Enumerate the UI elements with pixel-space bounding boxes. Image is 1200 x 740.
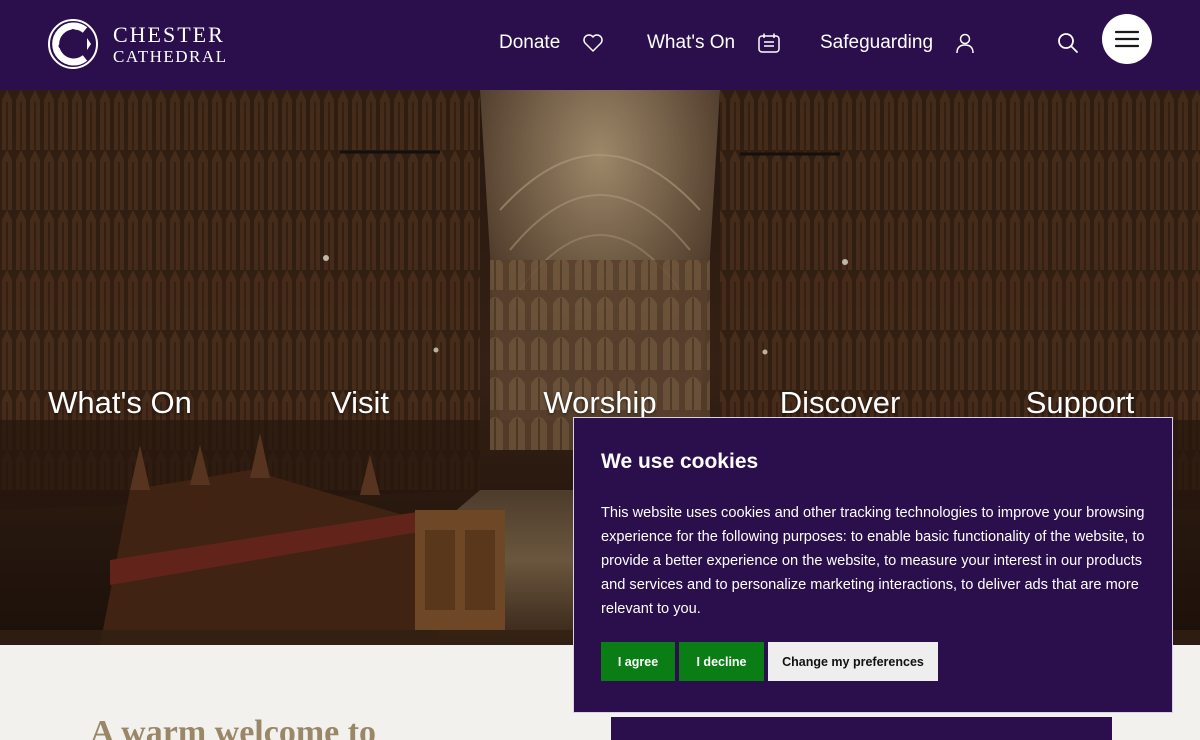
hero-link-visit[interactable]: Visit [331,385,389,421]
menu-button[interactable] [1102,14,1152,64]
user-icon [956,33,974,54]
hamburger-icon [1115,30,1139,48]
welcome-heading: A warm welcome to [90,714,377,740]
hero-link-whats-on[interactable]: What's On [48,385,192,421]
cookie-consent-dialog: We use cookies This website uses cookies… [573,417,1173,713]
nav-whats-on-label: What's On [647,32,736,53]
cookie-actions: I agree I decline Change my preferences [601,642,938,681]
calendar-icon [758,33,780,53]
logo-line-1: CHESTER [113,21,225,47]
logo-wordmark: CHESTER CATHEDRAL [113,21,228,66]
site-header: CHESTER CATHEDRAL Donate What's On Safeg… [0,0,1200,90]
cookie-title: We use cookies [601,450,759,473]
hero-link-support[interactable]: Support [1026,385,1135,421]
feature-panel [611,717,1112,740]
hero-link-worship[interactable]: Worship [543,385,656,421]
cookie-agree-button[interactable]: I agree [601,642,675,681]
nav-donate[interactable]: Donate [499,30,604,56]
search-icon[interactable] [1056,31,1080,55]
logo-line-2: CATHEDRAL [113,46,228,66]
cookie-preferences-button[interactable]: Change my preferences [768,642,938,681]
heart-icon [583,34,604,52]
hero-link-discover[interactable]: Discover [780,385,901,421]
cookie-decline-button[interactable]: I decline [679,642,764,681]
cathedral-emblem-icon [48,19,98,69]
nav-safeguarding[interactable]: Safeguarding [820,30,975,56]
cookie-description: This website uses cookies and other trac… [601,505,1145,617]
nav-safeguarding-label: Safeguarding [820,32,934,53]
nav-donate-label: Donate [499,32,561,53]
site-logo[interactable]: CHESTER CATHEDRAL [47,18,228,70]
nav-whats-on[interactable]: What's On [647,30,781,56]
